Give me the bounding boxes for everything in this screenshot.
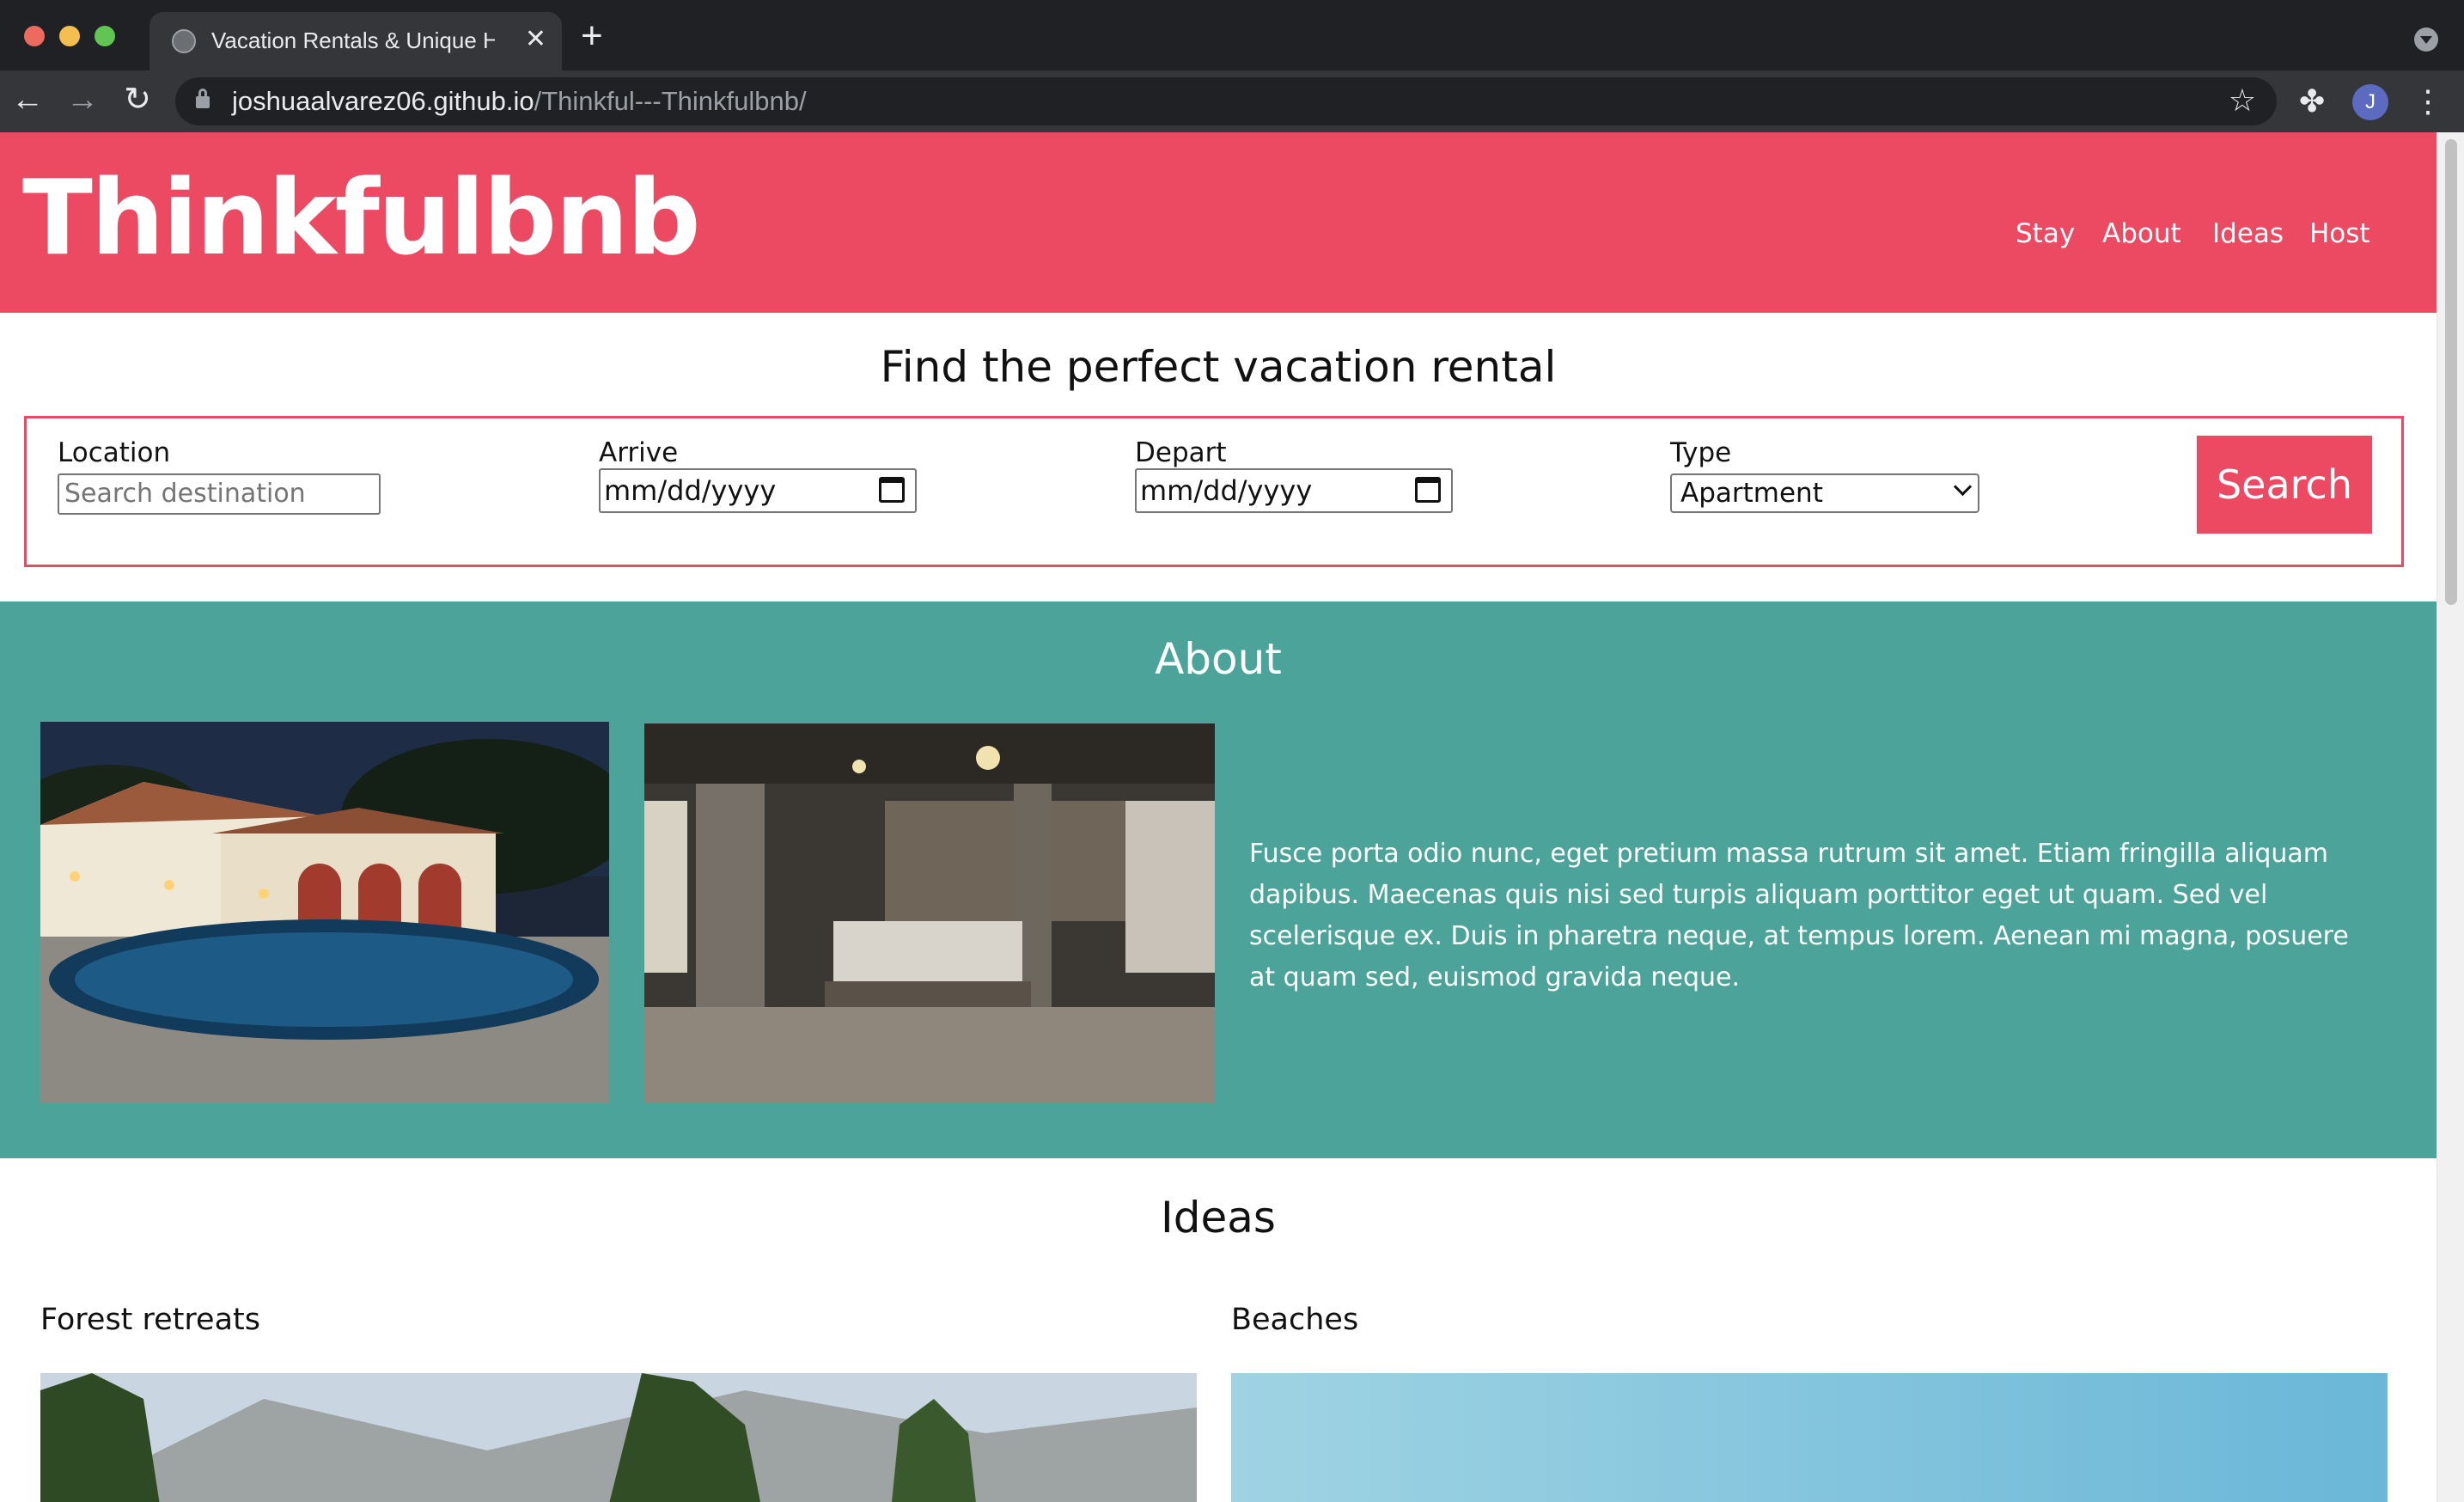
depart-date-value: mm/dd/yyyy [1140,474,1313,507]
depart-date-input[interactable]: mm/dd/yyyy [1135,468,1453,513]
url-host: joshuaalvarez06.github.io [232,86,534,116]
arrive-date-input[interactable]: mm/dd/yyyy [599,468,917,513]
loft-bedroom-photo [644,724,1215,1103]
forward-arrow-icon[interactable]: → [64,81,101,119]
url-text[interactable]: joshuaalvarez06.github.io/Thinkful---Thi… [232,86,807,117]
page-viewport: Thinkfulbnb Stay About Ideas Host Find t… [0,132,2437,1502]
calendar-icon[interactable] [1415,477,1441,503]
idea-forest-retreats-label: Forest retreats [40,1303,260,1337]
calendar-icon[interactable] [879,477,905,503]
nav-link-host[interactable]: Host [2309,218,2370,249]
tab-search-icon[interactable] [2414,27,2438,52]
page-scrollbar[interactable] [2437,132,2464,1502]
ideas-heading: Ideas [1161,1193,1276,1243]
about-paragraph: Fusce porta odio nunc, eget pretium mass… [1249,839,2349,992]
browser-titlebar: Vacation Rentals & Unique Homes ✕ + [0,0,2464,70]
lock-icon[interactable] [196,89,210,108]
nav-link-about[interactable]: About [2102,218,2181,249]
nav-link-stay[interactable]: Stay [2016,218,2075,249]
chevron-down-icon [1953,477,1973,497]
villa-pool-photo [40,722,609,1103]
browser-tab[interactable]: Vacation Rentals & Unique Homes ✕ [149,12,562,70]
back-arrow-icon[interactable]: ← [9,81,46,119]
profile-avatar[interactable]: J [2352,84,2388,120]
browser-menu-icon[interactable]: ⋮ [2412,82,2443,120]
bookmark-star-icon[interactable]: ☆ [2229,82,2256,119]
new-tab-button[interactable]: + [581,17,603,55]
beaches-photo [1231,1373,2388,1502]
location-input[interactable]: Search destination [58,473,381,515]
browser-toolbar: ← → ↻ joshuaalvarez06.github.io/Thinkful… [0,70,2464,132]
minimize-window-button[interactable] [59,26,80,46]
scrollbar-thumb[interactable] [2445,139,2457,605]
site-logo[interactable]: Thinkfulbnb [22,163,701,275]
location-label: Location [58,437,171,468]
close-tab-icon[interactable]: ✕ [525,24,546,55]
maximize-window-button[interactable] [95,26,115,46]
url-path: /Thinkful---Thinkfulbnb/ [534,86,807,116]
arrive-label: Arrive [599,437,679,468]
tab-title: Vacation Rentals & Unique Homes [211,27,495,53]
search-heading: Find the perfect vacation rental [880,342,1557,392]
arrive-date-value: mm/dd/yyyy [604,474,777,507]
search-button[interactable]: Search [2197,436,2372,534]
about-section: About Fusce porta odio nunc, eget pretiu… [0,601,2437,1158]
search-form: Location Search destination Arrive mm/dd… [24,416,2404,567]
forest-retreats-photo [40,1373,1197,1502]
extensions-puzzle-icon[interactable]: ✤ [2299,82,2325,120]
depart-label: Depart [1135,437,1227,468]
close-window-button[interactable] [24,26,45,46]
type-select[interactable]: Apartment [1670,473,1979,513]
type-label: Type [1670,437,1732,468]
type-select-value: Apartment [1680,478,1823,509]
nav-link-ideas[interactable]: Ideas [2212,218,2284,249]
reload-icon[interactable]: ↻ [119,81,156,119]
globe-icon [172,29,196,53]
address-bar[interactable]: joshuaalvarez06.github.io/Thinkful---Thi… [175,77,2277,125]
site-header: Thinkfulbnb Stay About Ideas Host [0,132,2437,313]
about-heading: About [1155,634,1282,684]
idea-beaches-label: Beaches [1231,1303,1359,1337]
